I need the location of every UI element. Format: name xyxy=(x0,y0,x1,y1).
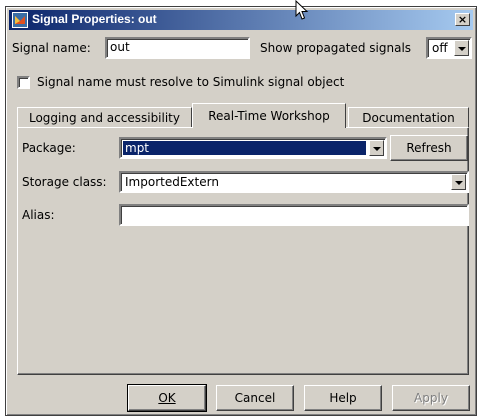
real-time-workshop-panel xyxy=(17,127,469,375)
chevron-down-icon[interactable] xyxy=(451,174,466,190)
show-propagated-select[interactable]: off xyxy=(426,37,472,59)
cancel-button-label: Cancel xyxy=(234,391,276,405)
package-select[interactable]: mpt xyxy=(119,137,387,159)
chevron-down-icon[interactable] xyxy=(369,140,384,156)
show-propagated-label: Show propagated signals xyxy=(260,41,412,55)
help-button[interactable]: Help xyxy=(304,385,382,411)
tab-documentation-label: Documentation xyxy=(362,111,455,125)
resolve-signal-checkbox[interactable] xyxy=(17,76,30,89)
alias-label: Alias: xyxy=(22,208,55,222)
window-title: Signal Properties: out xyxy=(32,12,157,26)
storage-class-label: Storage class: xyxy=(22,175,107,189)
refresh-button[interactable]: Refresh xyxy=(390,135,468,161)
tab-logging[interactable]: Logging and accessibility xyxy=(17,107,192,127)
tab-logging-label: Logging and accessibility xyxy=(28,111,180,125)
signal-properties-dialog: Signal Properties: out × Signal name: ou… xyxy=(5,6,477,416)
tab-real-time-workshop[interactable]: Real-Time Workshop xyxy=(192,103,346,128)
alias-input[interactable] xyxy=(119,204,469,226)
refresh-button-label: Refresh xyxy=(406,141,452,155)
tab-documentation[interactable]: Documentation xyxy=(348,107,469,127)
signal-name-label: Signal name: xyxy=(12,41,91,55)
storage-class-value: ImportedExtern xyxy=(125,175,219,189)
mouse-cursor-icon xyxy=(295,0,309,20)
ok-button-label: OK xyxy=(158,391,176,405)
help-button-label: Help xyxy=(329,391,357,405)
package-value: mpt xyxy=(123,141,366,155)
simulink-app-icon xyxy=(12,12,28,28)
ok-button[interactable]: OK xyxy=(127,384,207,412)
tab-rtw-label: Real-Time Workshop xyxy=(208,109,330,123)
show-propagated-value: off xyxy=(432,41,448,55)
storage-class-select[interactable]: ImportedExtern xyxy=(119,171,469,193)
signal-name-input[interactable]: out xyxy=(105,37,250,59)
apply-button[interactable]: Apply xyxy=(392,385,470,411)
cancel-button[interactable]: Cancel xyxy=(216,385,294,411)
package-label: Package: xyxy=(22,141,76,155)
close-button[interactable]: × xyxy=(455,13,470,26)
resolve-signal-label: Signal name must resolve to Simulink sig… xyxy=(37,75,345,89)
chevron-down-icon[interactable] xyxy=(454,40,469,56)
apply-button-label: Apply xyxy=(414,391,448,405)
title-bar[interactable]: Signal Properties: out × xyxy=(9,10,473,30)
close-icon: × xyxy=(457,13,468,26)
signal-name-value: out xyxy=(110,40,130,54)
